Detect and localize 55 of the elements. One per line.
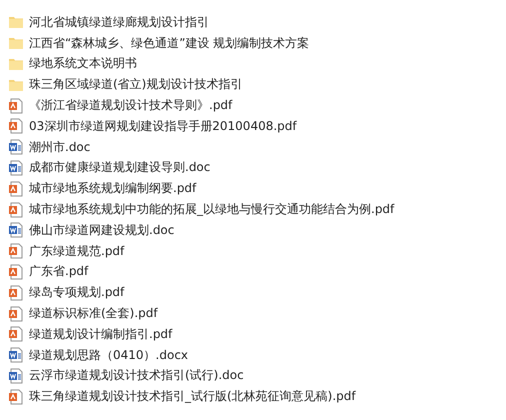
word-file-icon [8, 160, 24, 176]
word-file-icon [8, 139, 24, 156]
pdf-file-icon [8, 243, 24, 260]
pdf-file-icon [8, 264, 24, 280]
file-item[interactable]: 03深圳市绿道网规划建设指导手册20100408.pdf [8, 116, 506, 137]
word-file-icon [8, 368, 24, 384]
file-item[interactable]: 广东绿道规范.pdf [8, 240, 506, 262]
file-item[interactable]: 河北省城镇绿道绿廊规划设计指引 [8, 12, 506, 33]
file-item[interactable]: 城市绿地系统规划编制纲要.pdf [8, 178, 506, 200]
file-item[interactable]: 广东省.pdf [8, 262, 506, 282]
pdf-file-icon [8, 388, 24, 405]
file-name: 《浙江省绿道规划设计技术导则》.pdf [29, 97, 232, 114]
folder-icon [8, 35, 24, 52]
file-name: 云浮市绿道规划设计技术指引(试行).doc [29, 367, 244, 384]
file-item[interactable]: 绿道规划思路（0410）.docx [8, 344, 506, 366]
word-file-icon [8, 347, 24, 364]
pdf-file-icon [8, 326, 24, 342]
pdf-file-icon [8, 306, 24, 322]
file-name: 珠三角绿道规划设计技术指引_试行版(北林苑征询意见稿).pdf [29, 388, 356, 406]
pdf-file-icon [8, 202, 24, 218]
file-item[interactable]: 江西省“森林城乡、绿色通道”建设 规划编制技术方案 [8, 32, 506, 54]
file-name: 河北省城镇绿道绿廊规划设计指引 [29, 14, 209, 31]
file-item[interactable]: 成都市健康绿道规划建设导则.doc [8, 158, 506, 178]
pdf-file-icon [8, 284, 24, 301]
file-item[interactable]: 珠三角区域绿道(省立)规划设计技术指引 [8, 74, 506, 96]
file-name: 珠三角区域绿道(省立)规划设计技术指引 [29, 76, 242, 94]
file-item[interactable]: 潮州市.doc [8, 136, 506, 158]
file-item[interactable]: 绿道标识标准(全套).pdf [8, 303, 506, 324]
word-file-icon [8, 222, 24, 238]
file-name: 潮州市.doc [29, 138, 90, 156]
file-name: 城市绿地系统规划中功能的拓展_以绿地与慢行交通功能结合为例.pdf [29, 201, 394, 218]
file-name: 广东省.pdf [29, 263, 88, 280]
pdf-file-icon [8, 118, 24, 134]
file-name: 江西省“森林城乡、绿色通道”建设 规划编制技术方案 [29, 34, 310, 52]
file-name: 绿道规划思路（0410）.docx [29, 346, 188, 364]
file-name: 绿道标识标准(全套).pdf [29, 305, 158, 322]
file-name: 绿岛专项规划.pdf [29, 284, 124, 302]
file-item[interactable]: 《浙江省绿道规划设计技术导则》.pdf [8, 95, 506, 116]
file-name: 绿地系统文本说明书 [29, 55, 137, 72]
file-name: 03深圳市绿道网规划建设指导手册20100408.pdf [29, 118, 297, 135]
file-item[interactable]: 云浮市绿道规划设计技术指引(试行).doc [8, 366, 506, 386]
file-item[interactable]: 绿道规划设计编制指引.pdf [8, 324, 506, 345]
file-name: 城市绿地系统规划编制纲要.pdf [29, 180, 196, 198]
file-name: 佛山市绿道网建设规划.doc [29, 222, 174, 239]
file-name: 广东绿道规范.pdf [29, 242, 124, 260]
file-item[interactable]: 珠三角绿道规划设计技术指引_试行版(北林苑征询意见稿).pdf [8, 386, 506, 408]
file-item[interactable]: 绿地系统文本说明书 [8, 54, 506, 74]
file-name: 绿道规划设计编制指引.pdf [29, 326, 172, 343]
file-name: 成都市健康绿道规划建设导则.doc [29, 159, 210, 176]
file-item[interactable]: 绿岛专项规划.pdf [8, 282, 506, 304]
file-item[interactable]: 城市绿地系统规划中功能的拓展_以绿地与慢行交通功能结合为例.pdf [8, 199, 506, 220]
pdf-file-icon [8, 98, 24, 114]
pdf-file-icon [8, 180, 24, 197]
file-item[interactable]: 佛山市绿道网建设规划.doc [8, 220, 506, 241]
folder-icon [8, 14, 24, 30]
